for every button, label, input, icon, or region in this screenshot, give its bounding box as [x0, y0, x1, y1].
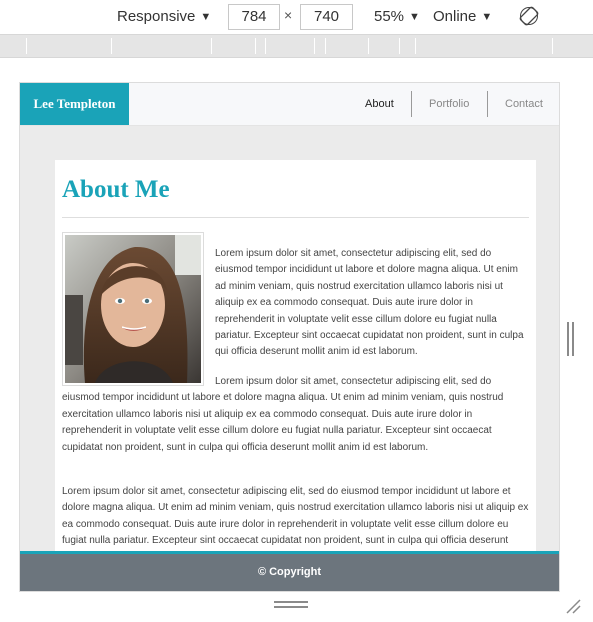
times-symbol: ×: [284, 7, 293, 23]
ruler-tick: [552, 38, 553, 54]
title-divider: [62, 217, 529, 218]
about-paragraph-2-text: Lorem ipsum dolor sit amet, consectetur …: [62, 376, 504, 453]
device-select[interactable]: Responsive ▼: [117, 6, 211, 28]
resize-corner-icon[interactable]: [565, 598, 581, 614]
chevron-down-icon: ▼: [481, 11, 493, 23]
chevron-down-icon: ▼: [409, 11, 420, 23]
resize-handle-right[interactable]: [567, 322, 575, 356]
ruler-tick: [265, 38, 266, 54]
ruler-tick: [399, 38, 400, 54]
ruler-tick: [26, 38, 27, 54]
device-label: Responsive: [117, 8, 196, 25]
nav-divider: [487, 91, 488, 117]
height-input[interactable]: 740: [300, 4, 353, 30]
ruler-tick: [415, 38, 416, 54]
network-throttle-select[interactable]: Online ▼: [433, 6, 492, 28]
device-toolbar: Responsive ▼ 784 × 740 55% ▼ Online ▼: [0, 0, 593, 34]
ruler-tick: [314, 38, 315, 54]
network-label: Online: [433, 8, 477, 25]
profile-photo-frame: [62, 232, 204, 386]
ruler-tick: [368, 38, 369, 54]
about-card: About Me Lorem ipsum dolor sit amet, con…: [55, 160, 536, 580]
ruler-tick: [255, 38, 256, 54]
about-paragraph-2: Lorem ipsum dolor sit amet, consectetur …: [62, 374, 529, 456]
site-header: Lee Templeton About Portfolio Contact: [20, 83, 559, 126]
nav-contact[interactable]: Contact: [505, 83, 543, 125]
device-viewport: Lee Templeton About Portfolio Contact Ab…: [20, 83, 559, 591]
ruler-tick: [211, 38, 212, 54]
nav-divider: [411, 91, 412, 117]
chevron-down-icon: ▼: [200, 11, 212, 23]
site-brand[interactable]: Lee Templeton: [20, 83, 129, 125]
ruler-tick: [325, 38, 326, 54]
width-input[interactable]: 784: [228, 4, 280, 30]
media-query-ruler[interactable]: [0, 34, 593, 58]
profile-photo: [65, 235, 201, 383]
nav-about[interactable]: About: [365, 83, 394, 125]
ruler-tick: [111, 38, 112, 54]
resize-handle-bottom[interactable]: [274, 601, 308, 609]
site-footer: © Copyright: [20, 551, 559, 591]
zoom-select[interactable]: 55% ▼: [374, 6, 420, 28]
nav-portfolio[interactable]: Portfolio: [429, 83, 469, 125]
rotate-icon[interactable]: [519, 6, 539, 26]
about-paragraph-1: Lorem ipsum dolor sit amet, consectetur …: [215, 248, 524, 358]
page-title: About Me: [62, 176, 170, 203]
zoom-label: 55%: [374, 8, 405, 25]
